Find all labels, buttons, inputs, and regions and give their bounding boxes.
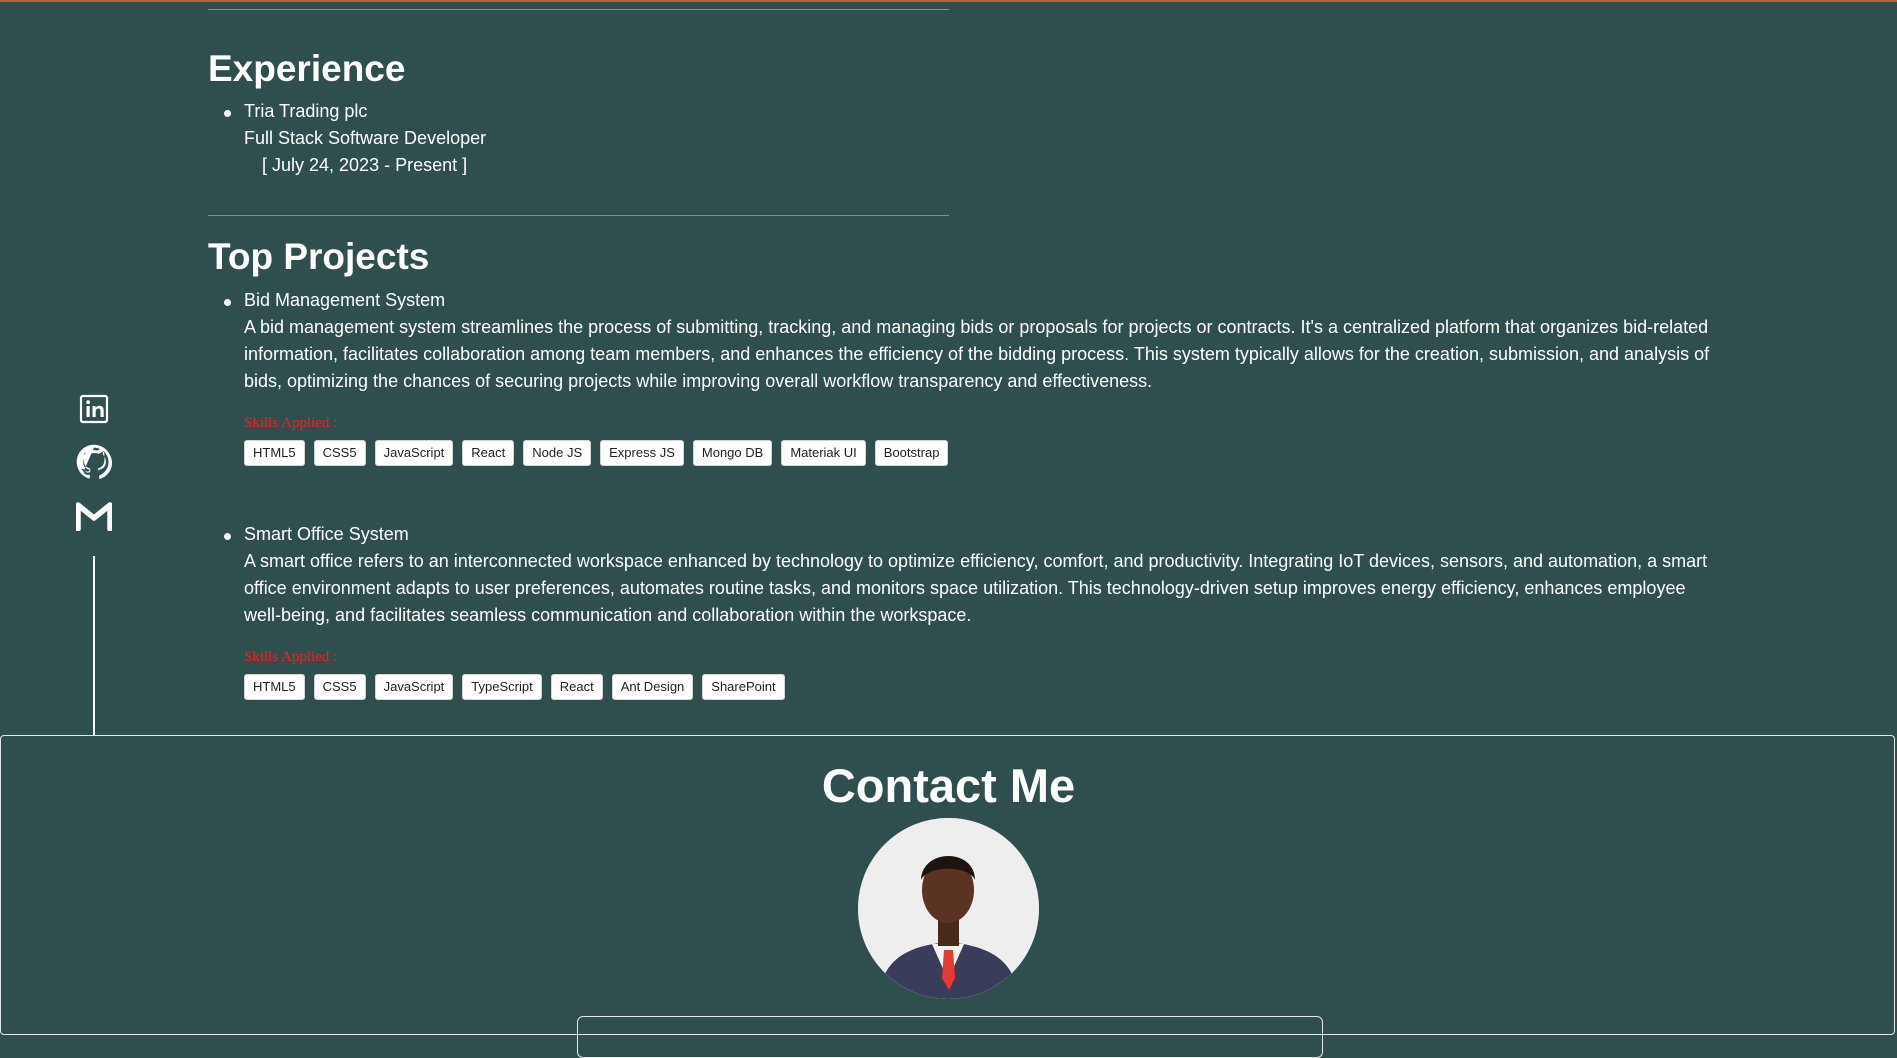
experience-role: Full Stack Software Developer <box>244 128 487 148</box>
skill-chip: Materiak UI <box>781 440 866 466</box>
linkedin-link[interactable] <box>76 391 112 427</box>
experience-dates: [ July 24, 2023 - Present ] <box>262 155 468 175</box>
skill-chip: TypeScript <box>462 674 542 700</box>
skill-chip: Mongo DB <box>692 440 773 466</box>
gmail-icon <box>76 502 112 531</box>
skill-chip: CSS5 <box>313 674 366 700</box>
skill-chip: SharePoint <box>702 674 785 700</box>
top-accent-bar <box>0 0 1897 2</box>
linkedin-icon <box>79 394 109 424</box>
skills-chips: HTML5 CSS5 JavaScript TypeScript React A… <box>244 674 785 700</box>
skill-chip: JavaScript <box>374 440 454 466</box>
profile-photo <box>858 818 1039 999</box>
section-divider <box>208 9 949 10</box>
projects-heading: Top Projects <box>208 236 430 277</box>
skill-chip: Express JS <box>600 440 684 466</box>
experience-company: Tria Trading plc <box>244 101 368 121</box>
section-divider <box>208 215 949 216</box>
skill-chip: Bootstrap <box>874 440 949 466</box>
gmail-link[interactable] <box>76 498 112 534</box>
github-link[interactable] <box>76 444 112 480</box>
skill-chip: HTML5 <box>244 674 305 700</box>
social-divider-line <box>93 556 95 736</box>
skills-label: Skills Applied : <box>244 649 338 665</box>
skill-chip: React <box>550 674 603 700</box>
experience-heading: Experience <box>208 48 406 89</box>
contact-heading: Contact Me <box>821 759 1076 812</box>
project-description: A bid management system streamlines the … <box>244 317 1710 391</box>
project-title: Bid Management System <box>244 290 446 310</box>
skills-chips: HTML5 CSS5 JavaScript React Node JS Expr… <box>244 440 949 466</box>
skill-chip: Node JS <box>523 440 592 466</box>
github-icon <box>76 444 112 479</box>
skill-chip: HTML5 <box>244 440 305 466</box>
skill-chip: CSS5 <box>313 440 366 466</box>
experience-list: Tria Trading plc Full Stack Software Dev… <box>208 98 1008 188</box>
bullet <box>224 299 231 306</box>
projects-list: Bid Management System A bid management s… <box>208 287 1709 727</box>
skill-chip: JavaScript <box>374 674 454 700</box>
skill-chip: React <box>462 440 515 466</box>
skill-chip: Ant Design <box>611 674 694 700</box>
contact-form[interactable] <box>577 1016 1323 1058</box>
project-description: A smart office refers to an interconnect… <box>244 551 1708 625</box>
bullet <box>224 110 231 117</box>
project-title: Smart Office System <box>244 524 409 544</box>
skills-label: Skills Applied : <box>244 415 338 431</box>
bullet <box>224 533 231 540</box>
